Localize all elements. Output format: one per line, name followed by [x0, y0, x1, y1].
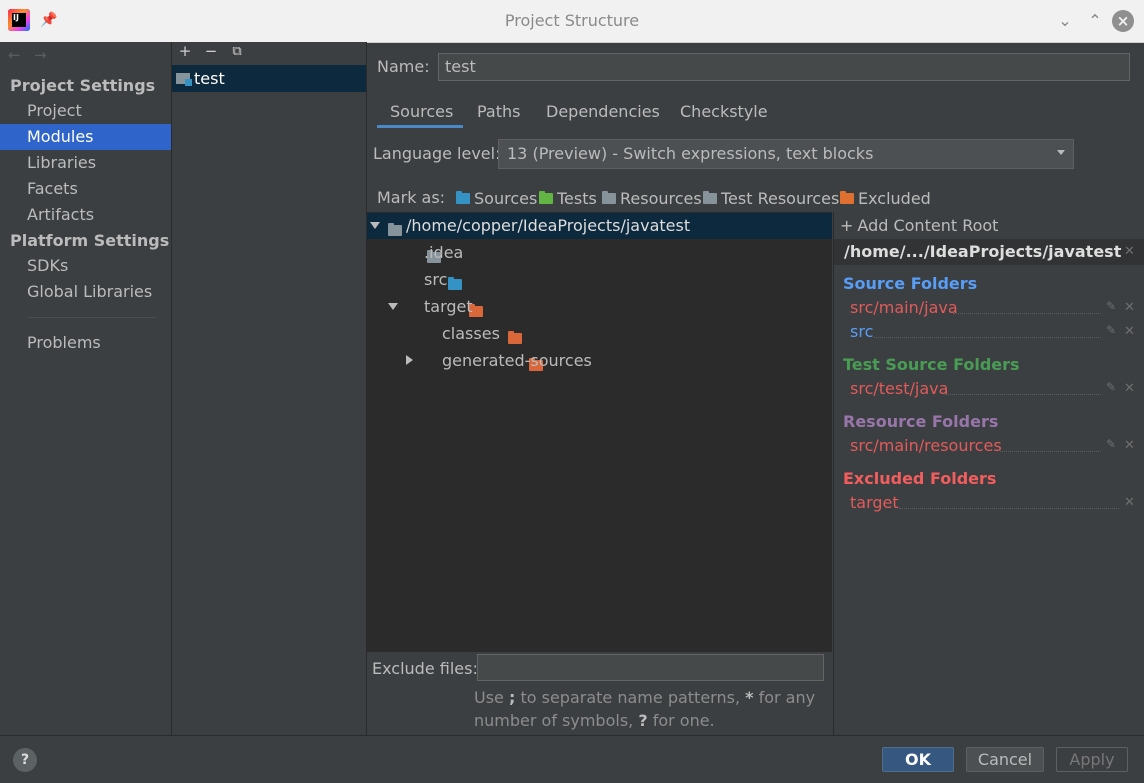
name-label: Name:: [377, 57, 430, 76]
active-tab-indicator: [377, 125, 463, 128]
ok-button[interactable]: OK: [882, 747, 954, 772]
tab-paths[interactable]: Paths: [477, 102, 520, 121]
minimize-icon[interactable]: ⌄: [1053, 9, 1077, 33]
language-level-select[interactable]: 13 (Preview) - Switch expressions, text …: [498, 139, 1074, 169]
tree-node-idea[interactable]: .idea: [424, 243, 463, 262]
maximize-icon[interactable]: ⌃: [1083, 9, 1107, 33]
source-folder-entry[interactable]: src: [850, 322, 873, 341]
exclude-files-field[interactable]: [477, 654, 824, 681]
help-button[interactable]: ?: [13, 748, 37, 772]
tab-dependencies[interactable]: Dependencies: [546, 102, 660, 121]
dotted-leader: [953, 313, 1101, 314]
excluded-folder-icon: [840, 191, 854, 204]
mark-resources-button[interactable]: Resources: [602, 189, 702, 208]
tree-root-label: /home/copper/IdeaProjects/javatest: [406, 216, 691, 235]
module-folder-icon: [176, 73, 192, 86]
dotted-leader: [945, 394, 1101, 395]
add-icon[interactable]: +: [176, 42, 194, 60]
nav-item-sdks[interactable]: SDKs: [0, 253, 171, 279]
nav-item-artifacts[interactable]: Artifacts: [0, 202, 171, 228]
dotted-leader: [1000, 451, 1101, 452]
forward-arrow-icon[interactable]: →: [34, 46, 47, 64]
remove-icon[interactable]: ✕: [1124, 381, 1135, 396]
mark-excluded-button[interactable]: Excluded: [840, 189, 931, 208]
remove-icon[interactable]: ✕: [1124, 438, 1135, 453]
resources-folder-icon: [602, 191, 616, 204]
tree-node-target[interactable]: target: [424, 297, 473, 316]
close-icon[interactable]: ×: [1112, 10, 1134, 32]
tests-folder-icon: [539, 191, 553, 204]
nav-item-problems[interactable]: Problems: [0, 330, 171, 356]
mark-test-resources-button[interactable]: Test Resources: [703, 189, 839, 208]
dropdown-arrow-icon: [1057, 150, 1065, 155]
excluded-folder-entry[interactable]: target: [850, 493, 899, 512]
nav-item-global-libraries[interactable]: Global Libraries: [0, 279, 171, 305]
remove-icon[interactable]: ✕: [1124, 300, 1135, 315]
window-title: Project Structure: [504, 11, 640, 30]
back-arrow-icon[interactable]: ←: [8, 46, 21, 64]
nav-divider: [27, 317, 157, 318]
language-level-label: Language level:: [373, 144, 501, 163]
expand-arrow-icon[interactable]: [370, 222, 380, 229]
dotted-leader: [899, 508, 1119, 509]
edit-icon[interactable]: ✎: [1106, 437, 1116, 451]
exclude-files-label: Exclude files:: [372, 659, 478, 678]
nav-item-modules[interactable]: Modules: [0, 124, 171, 150]
module-list-panel: [172, 42, 367, 735]
test-resources-folder-icon: [703, 191, 717, 204]
mark-tests-button[interactable]: Tests: [539, 189, 597, 208]
mark-as-label: Mark as:: [377, 188, 446, 207]
test-folder-entry[interactable]: src/test/java: [850, 379, 948, 398]
exclude-files-hint: Use ; to separate name patterns, * for a…: [474, 688, 816, 730]
resource-folder-entry[interactable]: src/main/resources: [850, 436, 1002, 455]
excluded-folder-icon: [508, 331, 523, 344]
test-source-folders-heading: Test Source Folders: [843, 355, 1020, 374]
remove-icon[interactable]: ✕: [1124, 324, 1135, 339]
remove-root-icon[interactable]: ✕: [1124, 244, 1135, 259]
module-name-field[interactable]: test: [438, 53, 1130, 81]
source-folder-entry[interactable]: src/main/java: [850, 298, 958, 317]
nav-item-facets[interactable]: Facets: [0, 176, 171, 202]
sources-folder-icon: [456, 191, 470, 204]
expand-arrow-icon[interactable]: [388, 303, 398, 310]
dotted-leader: [874, 337, 1101, 338]
copy-icon[interactable]: ⧉: [228, 44, 246, 59]
remove-icon[interactable]: −: [202, 42, 220, 60]
plus-icon: +: [840, 216, 854, 235]
edit-icon[interactable]: ✎: [1106, 380, 1116, 394]
apply-button[interactable]: Apply: [1056, 747, 1128, 772]
collapse-arrow-icon[interactable]: [406, 355, 413, 365]
nav-item-project[interactable]: Project: [0, 98, 171, 124]
nav-item-libraries[interactable]: Libraries: [0, 150, 171, 176]
tree-node-classes[interactable]: classes: [442, 324, 500, 343]
module-name: test: [194, 69, 225, 88]
mark-sources-button[interactable]: Sources: [456, 189, 537, 208]
edit-icon[interactable]: ✎: [1106, 299, 1116, 313]
edit-icon[interactable]: ✎: [1106, 323, 1116, 337]
project-settings-header: Project Settings: [10, 76, 156, 95]
cancel-button[interactable]: Cancel: [966, 747, 1044, 772]
source-folder-icon: [448, 277, 463, 290]
excluded-folders-heading: Excluded Folders: [843, 469, 997, 488]
source-folders-heading: Source Folders: [843, 274, 978, 293]
tree-node-src[interactable]: src: [424, 270, 447, 289]
platform-settings-header: Platform Settings: [10, 231, 170, 250]
folder-icon: [388, 223, 402, 236]
tab-checkstyle[interactable]: Checkstyle: [680, 102, 768, 121]
resource-folders-heading: Resource Folders: [843, 412, 999, 431]
add-content-root-button[interactable]: + Add Content Root: [840, 216, 998, 235]
tab-sources[interactable]: Sources: [390, 102, 453, 121]
tree-node-generated-sources[interactable]: generated-sources: [442, 351, 592, 370]
remove-icon[interactable]: ✕: [1124, 495, 1135, 510]
content-root-path: /home/.../IdeaProjects/javatest: [844, 242, 1122, 261]
